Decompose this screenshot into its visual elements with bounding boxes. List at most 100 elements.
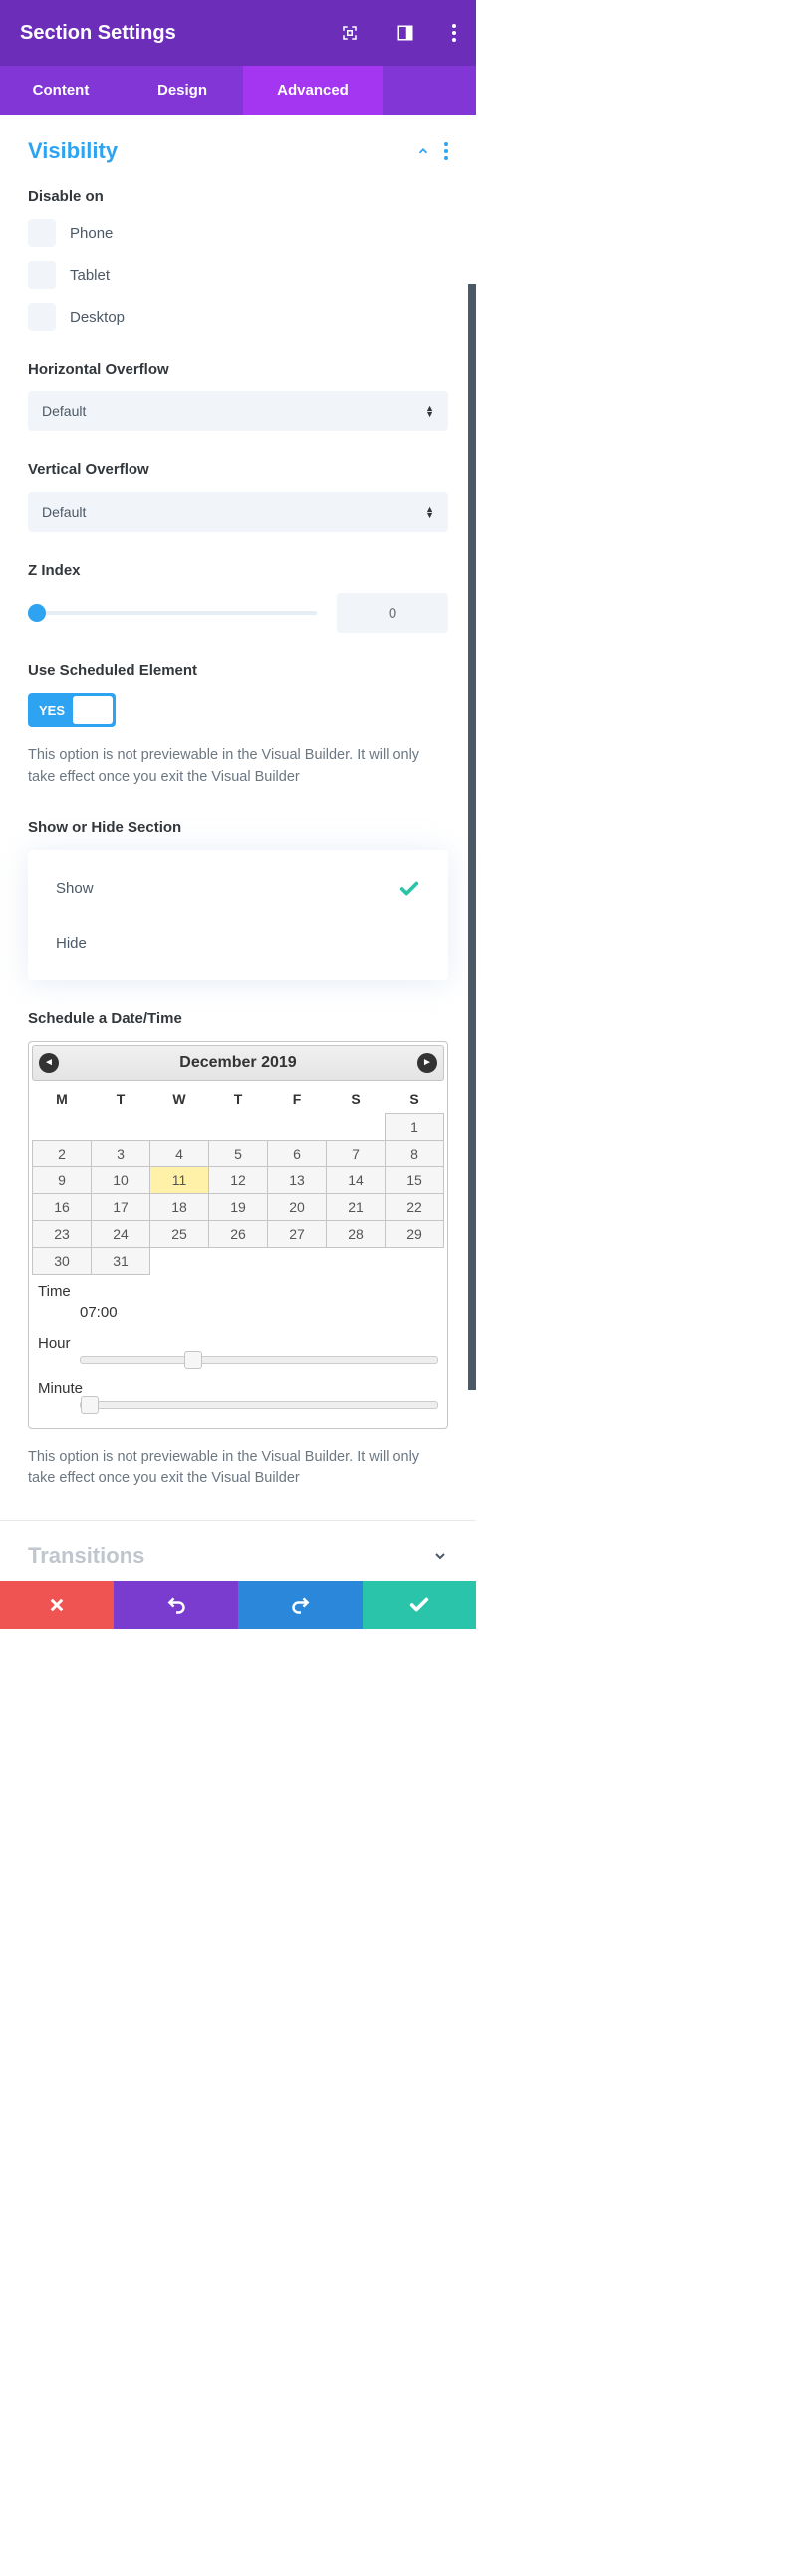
select-v-overflow-value: Default	[42, 504, 425, 520]
toggle-label: YES	[39, 703, 65, 718]
select-h-overflow-value: Default	[42, 403, 425, 419]
calendar-day[interactable]: 11	[150, 1166, 209, 1193]
tab-design[interactable]: Design	[122, 66, 243, 115]
tabs: Content Design Advanced	[0, 66, 476, 115]
calendar-day[interactable]: 21	[327, 1193, 386, 1220]
calendar-day[interactable]: 23	[33, 1220, 92, 1247]
option-hide-label: Hide	[56, 935, 420, 952]
z-index-slider-thumb[interactable]	[28, 604, 46, 622]
redo-button[interactable]	[238, 1581, 363, 1629]
calendar-day[interactable]: 25	[150, 1220, 209, 1247]
z-index-input[interactable]	[337, 593, 448, 633]
z-index-slider[interactable]	[28, 611, 317, 615]
minute-label: Minute	[32, 1372, 444, 1399]
sort-icon: ▲▼	[425, 506, 434, 518]
time-label: Time	[32, 1275, 444, 1302]
option-show[interactable]: Show	[28, 860, 448, 917]
header-more-icon[interactable]	[452, 24, 456, 42]
option-show-label: Show	[56, 880, 398, 897]
calendar-day[interactable]: 31	[92, 1247, 150, 1274]
close-icon	[48, 1596, 66, 1614]
scheduled-note: This option is not previewable in the Vi…	[28, 745, 448, 789]
close-button[interactable]	[0, 1581, 114, 1629]
tab-content[interactable]: Content	[0, 66, 122, 115]
calendar-day[interactable]: 17	[92, 1193, 150, 1220]
panel-icon[interactable]	[396, 24, 414, 42]
calendar-day[interactable]: 29	[386, 1220, 444, 1247]
calendar: ◄ December 2019 ► MTWTFSS 12345678910111…	[28, 1041, 448, 1429]
calendar-day[interactable]: 3	[92, 1140, 150, 1166]
section-visibility-title[interactable]: Visibility	[28, 138, 416, 164]
calendar-dow: S	[327, 1085, 386, 1114]
label-h-overflow: Horizontal Overflow	[28, 361, 448, 378]
calendar-day[interactable]: 20	[268, 1193, 327, 1220]
hour-slider[interactable]	[80, 1356, 438, 1364]
modal-header: Section Settings	[0, 0, 476, 66]
calendar-next-icon[interactable]: ►	[417, 1053, 437, 1073]
checkbox-tablet[interactable]	[28, 261, 56, 289]
schedule-note: This option is not previewable in the Vi…	[28, 1447, 448, 1491]
modal-title: Section Settings	[20, 22, 341, 45]
option-hide[interactable]: Hide	[28, 917, 448, 970]
section-more-icon[interactable]	[444, 142, 448, 160]
sort-icon: ▲▼	[425, 405, 434, 417]
label-use-scheduled: Use Scheduled Element	[28, 662, 448, 679]
calendar-day[interactable]: 16	[33, 1193, 92, 1220]
minute-slider-thumb[interactable]	[81, 1396, 99, 1414]
calendar-day[interactable]: 1	[386, 1113, 444, 1140]
calendar-day[interactable]: 6	[268, 1140, 327, 1166]
calendar-day[interactable]: 7	[327, 1140, 386, 1166]
calendar-day[interactable]: 9	[33, 1166, 92, 1193]
scrollbar[interactable]	[468, 284, 476, 1390]
label-schedule: Schedule a Date/Time	[28, 1010, 448, 1027]
label-z-index: Z Index	[28, 562, 448, 579]
calendar-day[interactable]: 13	[268, 1166, 327, 1193]
chevron-down-icon	[432, 1548, 448, 1564]
calendar-day[interactable]: 22	[386, 1193, 444, 1220]
calendar-day[interactable]: 14	[327, 1166, 386, 1193]
calendar-day[interactable]: 19	[209, 1193, 268, 1220]
checkbox-tablet-label: Tablet	[70, 267, 110, 284]
calendar-dow: M	[33, 1085, 92, 1114]
calendar-day[interactable]: 27	[268, 1220, 327, 1247]
calendar-day[interactable]: 26	[209, 1220, 268, 1247]
calendar-day[interactable]: 28	[327, 1220, 386, 1247]
calendar-dow: T	[92, 1085, 150, 1114]
label-disable-on: Disable on	[28, 188, 448, 205]
minute-slider[interactable]	[80, 1401, 438, 1409]
toggle-knob	[73, 696, 113, 724]
transitions-title: Transitions	[28, 1543, 432, 1569]
calendar-day[interactable]: 2	[33, 1140, 92, 1166]
calendar-dow: T	[209, 1085, 268, 1114]
calendar-day[interactable]: 24	[92, 1220, 150, 1247]
calendar-dow: W	[150, 1085, 209, 1114]
calendar-prev-icon[interactable]: ◄	[39, 1053, 59, 1073]
calendar-day[interactable]: 8	[386, 1140, 444, 1166]
undo-button[interactable]	[114, 1581, 238, 1629]
calendar-day[interactable]: 30	[33, 1247, 92, 1274]
tab-advanced[interactable]: Advanced	[243, 66, 383, 115]
collapse-icon[interactable]	[416, 144, 430, 158]
select-v-overflow[interactable]: Default ▲▼	[28, 492, 448, 532]
calendar-day[interactable]: 10	[92, 1166, 150, 1193]
label-v-overflow: Vertical Overflow	[28, 461, 448, 478]
checkbox-phone-label: Phone	[70, 225, 113, 242]
expand-icon[interactable]	[341, 24, 359, 42]
hour-slider-thumb[interactable]	[184, 1351, 202, 1369]
calendar-day[interactable]: 12	[209, 1166, 268, 1193]
checkbox-desktop[interactable]	[28, 303, 56, 331]
calendar-day[interactable]: 18	[150, 1193, 209, 1220]
time-value: 07:00	[32, 1302, 444, 1327]
calendar-month: December 2019	[59, 1054, 417, 1072]
section-transitions[interactable]: Transitions	[0, 1520, 476, 1579]
confirm-button[interactable]	[363, 1581, 476, 1629]
calendar-day[interactable]: 15	[386, 1166, 444, 1193]
calendar-dow: S	[386, 1085, 444, 1114]
select-h-overflow[interactable]: Default ▲▼	[28, 391, 448, 431]
label-show-hide: Show or Hide Section	[28, 819, 448, 836]
toggle-use-scheduled[interactable]: YES	[28, 693, 116, 727]
check-icon	[398, 878, 420, 900]
calendar-day[interactable]: 5	[209, 1140, 268, 1166]
checkbox-phone[interactable]	[28, 219, 56, 247]
calendar-day[interactable]: 4	[150, 1140, 209, 1166]
